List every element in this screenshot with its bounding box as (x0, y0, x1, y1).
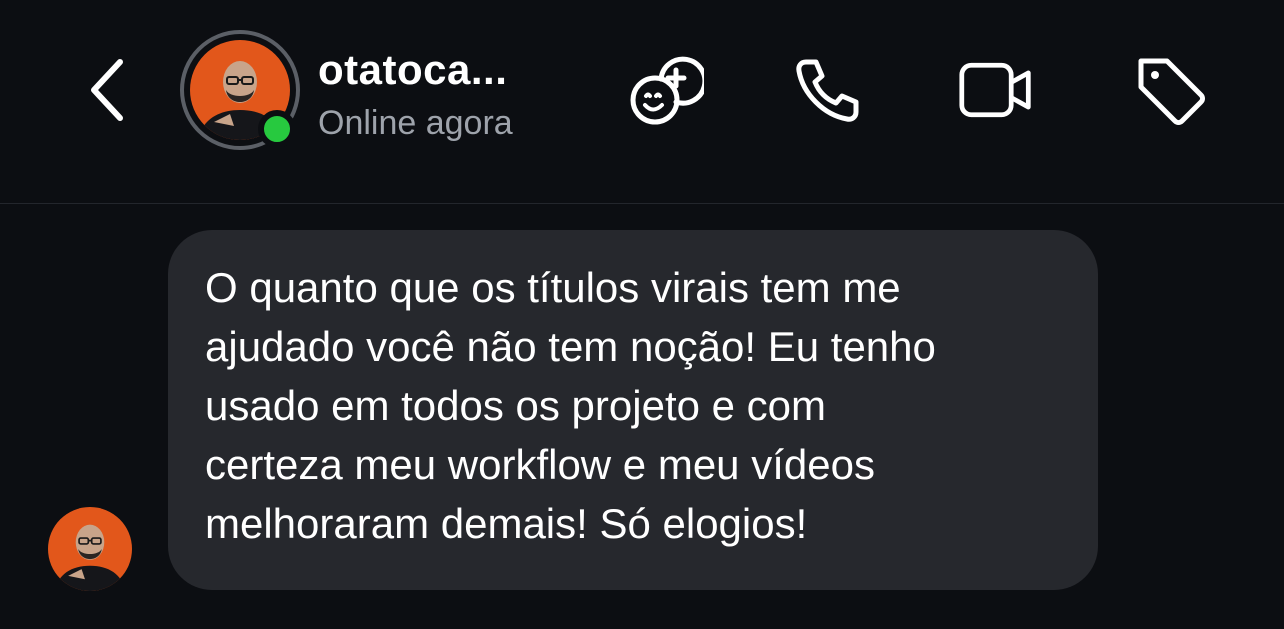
video-call-button[interactable] (958, 52, 1034, 128)
phone-icon (796, 59, 859, 122)
chevron-left-icon (91, 59, 123, 121)
chat-screen: otatoca... Online agora O quanto que os … (0, 0, 1284, 629)
face-effects-add-icon (630, 56, 704, 125)
voice-call-button[interactable] (790, 52, 866, 128)
message-bubble[interactable]: O quanto que os títulos virais tem me aj… (168, 230, 1098, 590)
chat-header: otatoca... Online agora (0, 0, 1284, 204)
sender-avatar[interactable] (48, 507, 132, 591)
effects-button[interactable] (628, 52, 704, 128)
online-status-dot (258, 110, 296, 148)
tag-icon (1138, 58, 1205, 125)
back-button[interactable] (78, 52, 138, 128)
video-camera-icon (959, 62, 1031, 118)
contact-name[interactable]: otatoca... (318, 46, 507, 96)
tag-button[interactable] (1132, 52, 1208, 128)
message-text: O quanto que os títulos virais tem me aj… (205, 264, 936, 547)
contact-status: Online agora (318, 104, 513, 142)
